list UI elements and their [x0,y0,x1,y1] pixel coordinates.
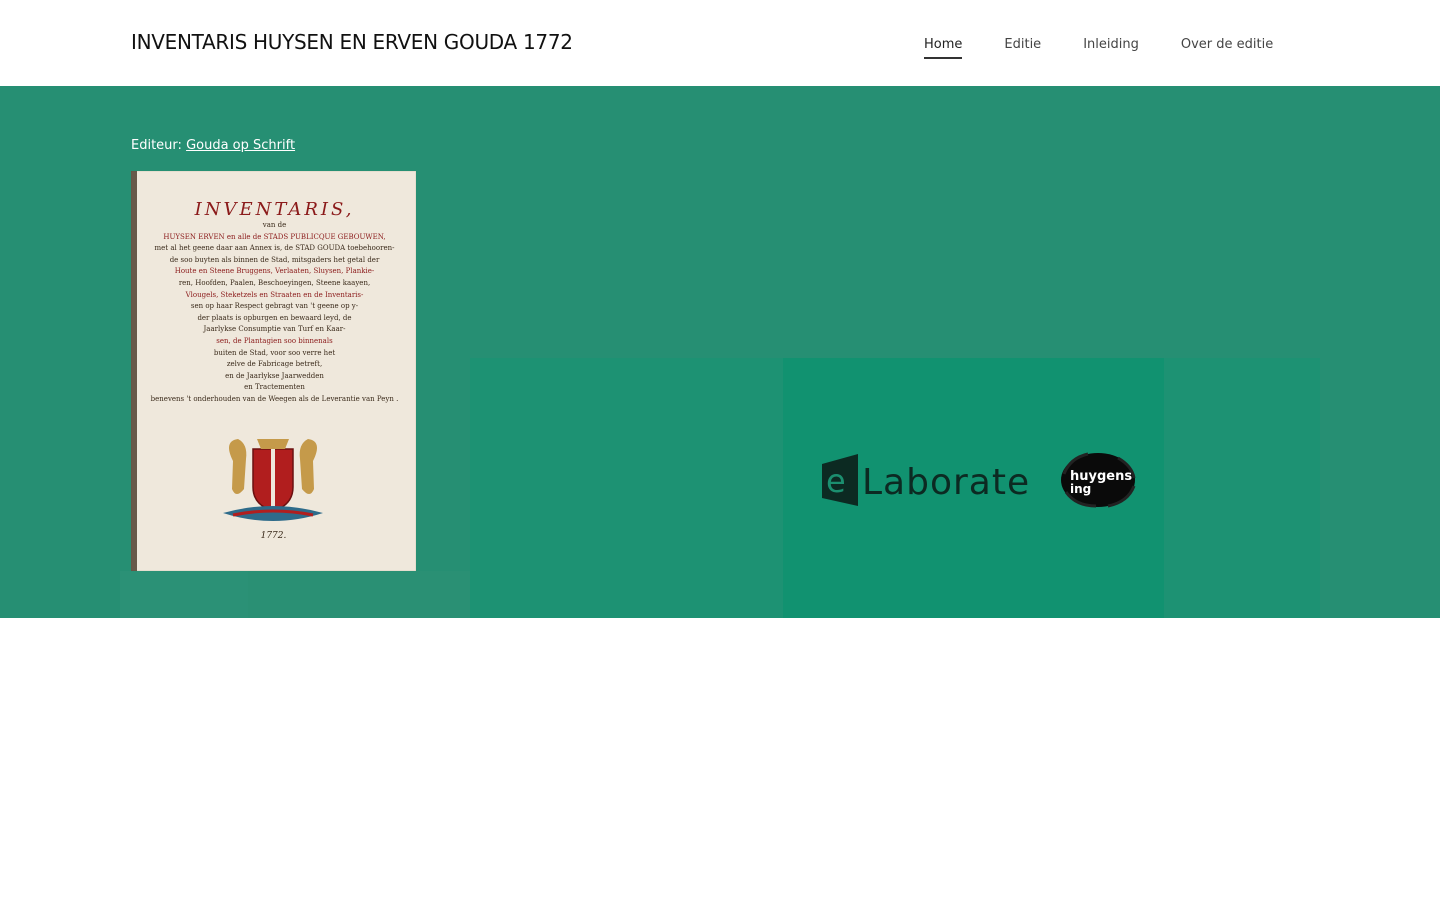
lion-right-icon [299,439,317,494]
cover-line: ren, Hoofden, Paalen, Beschoeyingen, Ste… [178,278,371,287]
cover-line: van de [262,221,287,229]
cover-line: zelve de Fabricage betreft, [226,360,323,369]
site-header: INVENTARIS HUYSEN EN ERVEN GOUDA 1772 Ho… [0,0,1440,86]
huygens-ing-logo-icon[interactable]: huygens ing [1060,452,1136,508]
site-title[interactable]: INVENTARIS HUYSEN EN ERVEN GOUDA 1772 [131,30,573,54]
book-spine [131,171,137,571]
background-panel [120,571,248,618]
cover-line: Vlougels, Steketzels en Straaten en de I… [185,290,364,299]
cover-line: en de Jaarlykse Jaarwedden [225,371,324,380]
manuscript-cover-image[interactable]: INVENTARIS, van de HUYSEN ERVEN en alle … [131,171,416,571]
cover-text: INVENTARIS, van de HUYSEN ERVEN en alle … [139,199,410,406]
cover-line: sen op haar Respect gebragt van 't geene… [190,302,359,311]
background-panel [1164,358,1320,618]
cover-line: HUYSEN ERVEN en alle de STADS PUBLICQUE … [163,232,386,241]
crown-icon [257,439,289,449]
background-panel [470,358,783,618]
editor-link[interactable]: Gouda op Schrift [186,138,295,153]
cover-line: der plaats is opburgen en bewaard leyd, … [197,313,352,322]
svg-text:ing: ing [1070,482,1091,496]
elaborate-logo-icon[interactable]: e Laborate [822,454,1032,506]
cover-line: de soo buyten als binnen de Stad, mitsga… [169,255,380,264]
hero-section: Editeur: Gouda op Schrift INVENTARIS, va… [0,86,1440,618]
nav-item-editie[interactable]: Editie [1004,37,1041,59]
editor-label: Editeur: [131,138,182,153]
cover-line: met al het geene daar aan Annex is, de S… [154,244,395,253]
cover-line: Jaarlykse Consumptie van Turf en Kaar- [203,325,346,334]
svg-text:Laborate: Laborate [862,462,1030,503]
cover-line: sen, de Plantagien soo binnenals [216,336,333,345]
lion-left-icon [229,439,247,494]
svg-text:e: e [826,462,846,500]
main-nav: Home Editie Inleiding Over de editie [924,37,1273,59]
cover-line: Houte en Steene Bruggens, Verlaaten, Slu… [174,267,375,276]
nav-item-home[interactable]: Home [924,37,963,59]
coat-of-arms-icon [223,439,323,521]
nav-item-inleiding[interactable]: Inleiding [1083,37,1139,59]
cover-line: benevens 't onderhouden van de Weegen al… [150,394,399,403]
editor-line: Editeur: Gouda op Schrift [131,138,295,153]
cover-line: en Tractementen [244,383,305,392]
cover-title: INVENTARIS, [194,199,355,220]
cover-line: buiten de Stad, voor soo verre het [213,348,336,357]
nav-item-over-de-editie[interactable]: Over de editie [1181,37,1273,59]
shield-pale [271,449,275,507]
background-panel [248,571,470,618]
cover-year: 1772. [260,531,287,541]
